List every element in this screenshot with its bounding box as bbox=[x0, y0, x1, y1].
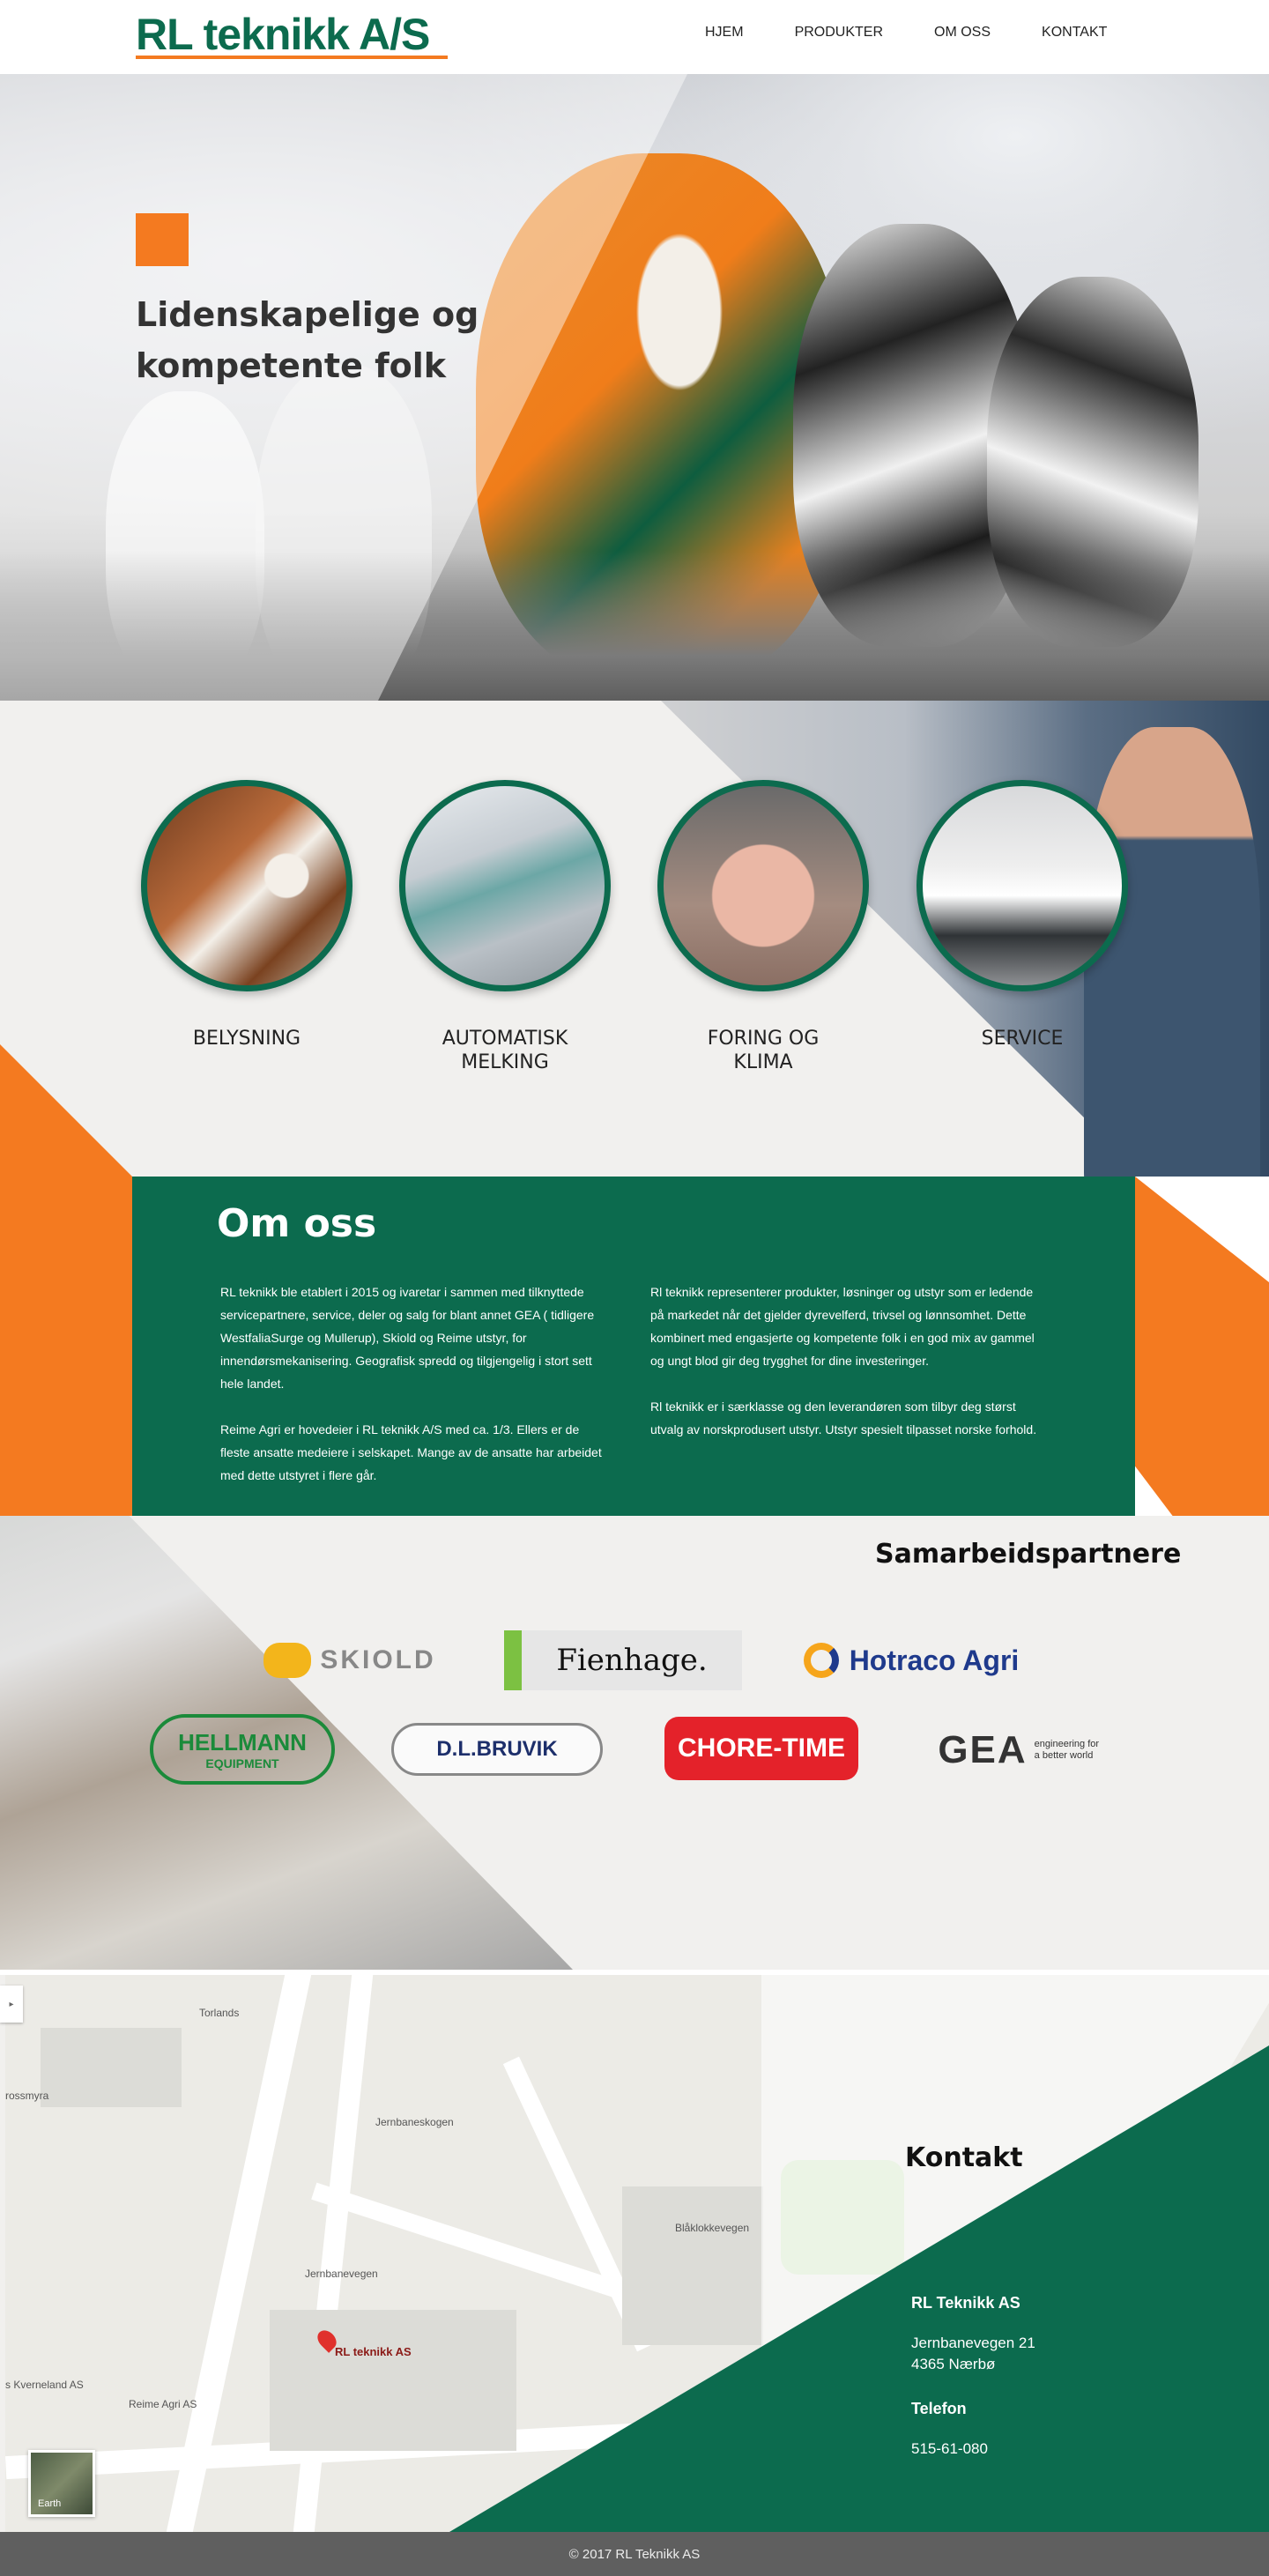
service-label: AUTOMATISK MELKING bbox=[399, 1027, 611, 1074]
hotraco-mark-icon bbox=[803, 1643, 839, 1678]
services-section: BELYSNING AUTOMATISK MELKING FORING OG K… bbox=[0, 701, 1269, 1177]
service-image[interactable] bbox=[399, 780, 611, 991]
map-label: Jernbaneskogen bbox=[375, 2116, 454, 2128]
contact-address: Jernbanevegen 21 4365 Nærbø bbox=[911, 2333, 1035, 2375]
service-belysning[interactable]: BELYSNING bbox=[141, 780, 352, 1050]
nav-item-kontakt[interactable]: KONTAKT bbox=[1042, 25, 1107, 41]
partner-logo-fienhage[interactable]: Fienhage. bbox=[504, 1630, 742, 1690]
earth-view-label: Earth bbox=[38, 2498, 62, 2509]
contact-phone-heading: Telefon bbox=[911, 2400, 967, 2417]
map-label: Jernbanevegen bbox=[305, 2268, 378, 2280]
contact-phone[interactable]: 515-61-080 bbox=[911, 2439, 1035, 2460]
site-logo[interactable]: RL teknikk A/S bbox=[136, 9, 430, 60]
contact-title: Kontakt bbox=[905, 2142, 1023, 2173]
about-paragraph: Rl teknikk representerer produkter, løsn… bbox=[650, 1285, 1035, 1368]
map-label: Torlands bbox=[199, 2007, 240, 2019]
service-label-line: BELYSNING bbox=[192, 1028, 301, 1050]
partner-logo-text: Fienhage. bbox=[556, 1643, 708, 1678]
map-building bbox=[622, 2186, 763, 2345]
skiold-mark-icon bbox=[263, 1643, 312, 1678]
site-header: RL teknikk A/S HJEM PRODUKTER OM OSS KON… bbox=[0, 0, 1269, 74]
service-label-line: FORING OG bbox=[707, 1028, 820, 1050]
service-image[interactable] bbox=[657, 780, 869, 991]
service-label-line: SERVICE bbox=[981, 1028, 1064, 1050]
partners-section: Samarbeidspartnere SKIOLD Fienhage. Hotr… bbox=[0, 1516, 1269, 1970]
partner-logo-text: HELLMANN bbox=[178, 1728, 307, 1756]
partner-logo-tagline: engineering for a better world bbox=[1034, 1739, 1100, 1761]
map-building bbox=[270, 2310, 516, 2451]
partner-logo-chore-time[interactable]: CHORE-TIME bbox=[664, 1717, 858, 1780]
about-column-right: Rl teknikk representerer produkter, løsn… bbox=[650, 1281, 1038, 1464]
about-section: Om oss RL teknikk ble etablert i 2015 og… bbox=[132, 1177, 1135, 1516]
map-sidebar-toggle[interactable]: ▸ bbox=[0, 1986, 23, 2023]
partner-logo-hotraco[interactable]: Hotraco Agri bbox=[797, 1630, 1026, 1690]
main-nav: HJEM PRODUKTER OM OSS KONTAKT bbox=[705, 25, 1158, 41]
service-image[interactable] bbox=[916, 780, 1128, 991]
service-service[interactable]: SERVICE bbox=[916, 780, 1128, 1050]
about-title: Om oss bbox=[217, 1201, 377, 1246]
contact-company: RL Teknikk AS bbox=[911, 2294, 1020, 2312]
earth-view-button[interactable]: Earth bbox=[28, 2450, 95, 2517]
partner-logo-hellmann[interactable]: HELLMANN EQUIPMENT bbox=[150, 1714, 335, 1785]
service-label: SERVICE bbox=[916, 1027, 1128, 1050]
about-paragraph: Reime Agri er hovedeier i RL teknikk A/S… bbox=[220, 1422, 602, 1482]
hero-banner: Lidenskapelige og kompetente folk bbox=[0, 74, 1269, 701]
footer-copyright: © 2017 RL Teknikk AS bbox=[568, 2546, 701, 2562]
hero-title: Lidenskapelige og kompetente folk bbox=[136, 295, 479, 385]
service-automatisk-melking[interactable]: AUTOMATISK MELKING bbox=[399, 780, 611, 1074]
partner-logo-subtext: EQUIPMENT bbox=[205, 1756, 279, 1771]
partner-logo-text: Hotraco Agri bbox=[849, 1644, 1020, 1676]
map-label: s Kverneland AS bbox=[5, 2379, 84, 2391]
map-pin-label[interactable]: RL teknikk AS bbox=[335, 2345, 412, 2358]
site-footer: © 2017 RL Teknikk AS bbox=[0, 2532, 1269, 2576]
contact-section: Reime Agri AS s Kverneland AS Jernbanesk… bbox=[0, 1975, 1269, 2532]
partner-logo-skiold[interactable]: SKIOLD bbox=[249, 1630, 451, 1690]
map-label: Blåklokkevegen bbox=[675, 2222, 750, 2234]
partner-logo-gea[interactable]: GEA engineering for a better world bbox=[920, 1720, 1123, 1780]
map-label: rossmyra bbox=[5, 2090, 49, 2102]
service-label-line: MELKING bbox=[461, 1051, 549, 1073]
address-line: Jernbanevegen 21 bbox=[911, 2335, 1035, 2351]
about-column-left: RL teknikk ble etablert i 2015 og ivaret… bbox=[220, 1281, 608, 1510]
partner-logo-bruvik[interactable]: D.L.BRUVIK bbox=[391, 1723, 603, 1776]
about-paragraph: RL teknikk ble etablert i 2015 og ivaret… bbox=[220, 1285, 595, 1391]
logo-underline bbox=[136, 56, 448, 59]
service-image[interactable] bbox=[141, 780, 352, 991]
nav-item-hjem[interactable]: HJEM bbox=[705, 25, 744, 41]
partners-title: Samarbeidspartnere bbox=[875, 1539, 1182, 1570]
about-paragraph: Rl teknikk er i særklasse og den leveran… bbox=[650, 1399, 1037, 1436]
service-label: FORING OG KLIMA bbox=[657, 1027, 869, 1074]
map-label: Reime Agri AS bbox=[129, 2398, 197, 2410]
partner-logo-text: CHORE-TIME bbox=[678, 1733, 845, 1763]
address-line: 4365 Nærbø bbox=[911, 2356, 996, 2372]
nav-item-om-oss[interactable]: OM OSS bbox=[934, 25, 991, 41]
map-building bbox=[41, 2028, 182, 2107]
contact-info: RL Teknikk AS Jernbanevegen 21 4365 Nærb… bbox=[911, 2292, 1035, 2460]
hero-accent-square bbox=[136, 213, 189, 266]
service-label-line: AUTOMATISK bbox=[442, 1028, 568, 1050]
nav-item-produkter[interactable]: PRODUKTER bbox=[795, 25, 883, 41]
partner-logo-text: GEA bbox=[938, 1728, 1028, 1771]
service-foring-og-klima[interactable]: FORING OG KLIMA bbox=[657, 780, 869, 1074]
partner-logo-text: SKIOLD bbox=[320, 1645, 436, 1674]
service-label-line: KLIMA bbox=[733, 1051, 793, 1073]
service-label: BELYSNING bbox=[141, 1027, 352, 1050]
partner-logo-text: D.L.BRUVIK bbox=[436, 1737, 558, 1761]
